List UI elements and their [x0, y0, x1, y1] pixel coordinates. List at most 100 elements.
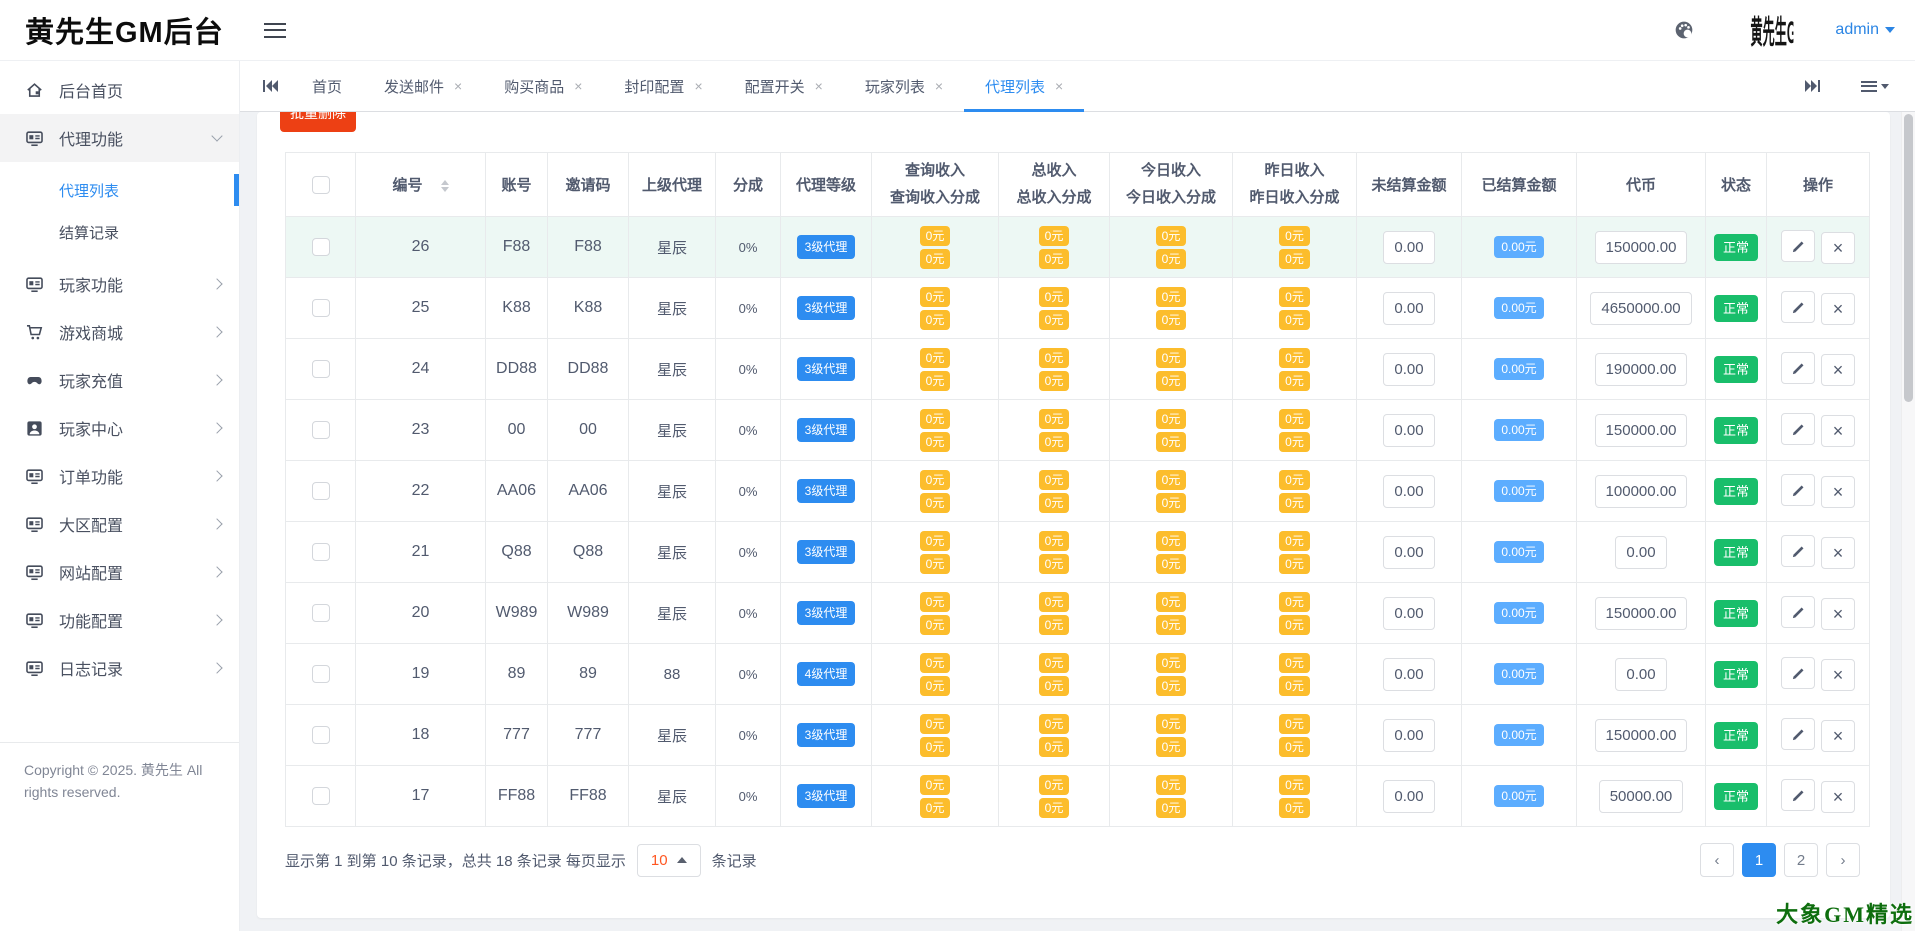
admin-user-dropdown[interactable]: admin: [1835, 21, 1895, 39]
unsettled-amount-input[interactable]: 0.00: [1383, 658, 1434, 691]
batch-delete-button[interactable]: 批量删除: [280, 112, 356, 132]
unsettled-amount-input[interactable]: 0.00: [1383, 475, 1434, 508]
unsettled-amount-input[interactable]: 0.00: [1383, 353, 1434, 386]
tab-switch-config[interactable]: 配置开关×: [724, 61, 844, 111]
edit-button[interactable]: [1781, 596, 1815, 628]
delete-row-button[interactable]: ×: [1821, 659, 1855, 691]
income-badge: 0元: [920, 493, 951, 513]
unsettled-amount-input[interactable]: 0.00: [1383, 536, 1434, 569]
token-input[interactable]: 4650000.00: [1590, 292, 1691, 325]
palette-icon[interactable]: [1674, 20, 1694, 40]
tab-close-icon[interactable]: ×: [454, 79, 462, 93]
edit-button[interactable]: [1781, 230, 1815, 262]
token-input[interactable]: 100000.00: [1595, 475, 1688, 508]
scroll-tabs-first-icon[interactable]: [240, 79, 291, 93]
row-checkbox[interactable]: [312, 299, 330, 317]
cell-parent-agent: 星辰: [629, 278, 716, 339]
row-checkbox[interactable]: [312, 726, 330, 744]
token-input[interactable]: 150000.00: [1595, 597, 1688, 630]
token-input[interactable]: 190000.00: [1595, 353, 1688, 386]
delete-row-button[interactable]: ×: [1821, 720, 1855, 752]
sidebar-item-home[interactable]: 后台首页: [0, 66, 239, 114]
sort-icon[interactable]: [441, 180, 449, 192]
delete-row-button[interactable]: ×: [1821, 781, 1855, 813]
tab-close-icon[interactable]: ×: [574, 79, 582, 93]
delete-row-button[interactable]: ×: [1821, 598, 1855, 630]
scrollbar-thumb[interactable]: [1904, 114, 1913, 402]
token-input[interactable]: 150000.00: [1595, 414, 1688, 447]
sidebar-item-player[interactable]: 玩家功能: [0, 260, 239, 308]
delete-row-button[interactable]: ×: [1821, 293, 1855, 325]
sidebar-item-game-shop[interactable]: 游戏商城: [0, 308, 239, 356]
sidebar-subitem-settle-records[interactable]: 结算记录: [0, 211, 239, 253]
tab-close-icon[interactable]: ×: [694, 79, 702, 93]
edit-button[interactable]: [1781, 474, 1815, 506]
tab-home[interactable]: 首页: [291, 61, 363, 111]
edit-button[interactable]: [1781, 352, 1815, 384]
delete-row-button[interactable]: ×: [1821, 415, 1855, 447]
sidebar-item-order[interactable]: 订单功能: [0, 452, 239, 500]
hamburger-menu-icon[interactable]: [264, 23, 286, 38]
tab-agent-list[interactable]: 代理列表×: [964, 61, 1084, 111]
tab-buy-goods[interactable]: 购买商品×: [483, 61, 603, 111]
tab-send-mail[interactable]: 发送邮件×: [363, 61, 483, 111]
delete-row-button[interactable]: ×: [1821, 476, 1855, 508]
unsettled-amount-input[interactable]: 0.00: [1383, 719, 1434, 752]
tab-close-icon[interactable]: ×: [935, 79, 943, 93]
unsettled-amount-input[interactable]: 0.00: [1383, 597, 1434, 630]
delete-row-button[interactable]: ×: [1821, 232, 1855, 264]
sidebar-item-site-config[interactable]: 网站配置: [0, 548, 239, 596]
token-input[interactable]: 0.00: [1615, 658, 1666, 691]
next-page-button[interactable]: ›: [1826, 843, 1860, 877]
tab-seal-config[interactable]: 封印配置×: [603, 61, 723, 111]
col-header-total-income: 总收入总收入分成: [999, 153, 1110, 217]
select-all-checkbox[interactable]: [312, 176, 330, 194]
sidebar-item-zone-config[interactable]: 大区配置: [0, 500, 239, 548]
cell-select: [286, 705, 356, 766]
token-input[interactable]: 50000.00: [1599, 780, 1684, 813]
monitor-icon: [24, 274, 44, 294]
row-checkbox[interactable]: [312, 543, 330, 561]
row-checkbox[interactable]: [312, 482, 330, 500]
row-checkbox[interactable]: [312, 665, 330, 683]
row-checkbox[interactable]: [312, 604, 330, 622]
delete-row-button[interactable]: ×: [1821, 354, 1855, 386]
sidebar-item-player-recharge[interactable]: 玩家充值: [0, 356, 239, 404]
row-checkbox[interactable]: [312, 421, 330, 439]
token-input[interactable]: 150000.00: [1595, 719, 1688, 752]
sidebar-item-logs[interactable]: 日志记录: [0, 644, 239, 692]
tab-close-icon[interactable]: ×: [1055, 79, 1063, 93]
income-badges: 0元0元: [1235, 409, 1354, 452]
edit-button[interactable]: [1781, 657, 1815, 689]
edit-button[interactable]: [1781, 718, 1815, 750]
prev-page-button[interactable]: ‹: [1700, 843, 1734, 877]
unsettled-amount-input[interactable]: 0.00: [1383, 292, 1434, 325]
user-avatar-logo[interactable]: 黄先生GM后台: [1751, 7, 1794, 53]
col-header-id[interactable]: 编号: [356, 153, 486, 217]
edit-button[interactable]: [1781, 535, 1815, 567]
unsettled-amount-input[interactable]: 0.00: [1383, 231, 1434, 264]
tab-close-icon[interactable]: ×: [815, 79, 823, 93]
tab-player-list[interactable]: 玩家列表×: [844, 61, 964, 111]
token-input[interactable]: 0.00: [1615, 536, 1666, 569]
row-checkbox[interactable]: [312, 360, 330, 378]
sidebar-item-player-center[interactable]: 玩家中心: [0, 404, 239, 452]
edit-button[interactable]: [1781, 291, 1815, 323]
scroll-tabs-last-icon[interactable]: [1782, 79, 1833, 93]
sidebar-item-feature-config[interactable]: 功能配置: [0, 596, 239, 644]
row-checkbox[interactable]: [312, 238, 330, 256]
unsettled-amount-input[interactable]: 0.00: [1383, 780, 1434, 813]
page-button-2[interactable]: 2: [1784, 843, 1818, 877]
page-size-select[interactable]: 10: [637, 844, 701, 877]
unsettled-amount-input[interactable]: 0.00: [1383, 414, 1434, 447]
sidebar-subitem-agent-list[interactable]: 代理列表: [0, 169, 239, 211]
sidebar-item-agent[interactable]: 代理功能: [0, 114, 239, 162]
row-checkbox[interactable]: [312, 787, 330, 805]
page-button-1[interactable]: 1: [1742, 843, 1776, 877]
edit-button[interactable]: [1781, 779, 1815, 811]
edit-button[interactable]: [1781, 413, 1815, 445]
delete-row-button[interactable]: ×: [1821, 537, 1855, 569]
token-input[interactable]: 150000.00: [1595, 231, 1688, 264]
tab-options-menu-icon[interactable]: [1861, 81, 1889, 92]
vertical-scrollbar[interactable]: [1901, 112, 1915, 931]
